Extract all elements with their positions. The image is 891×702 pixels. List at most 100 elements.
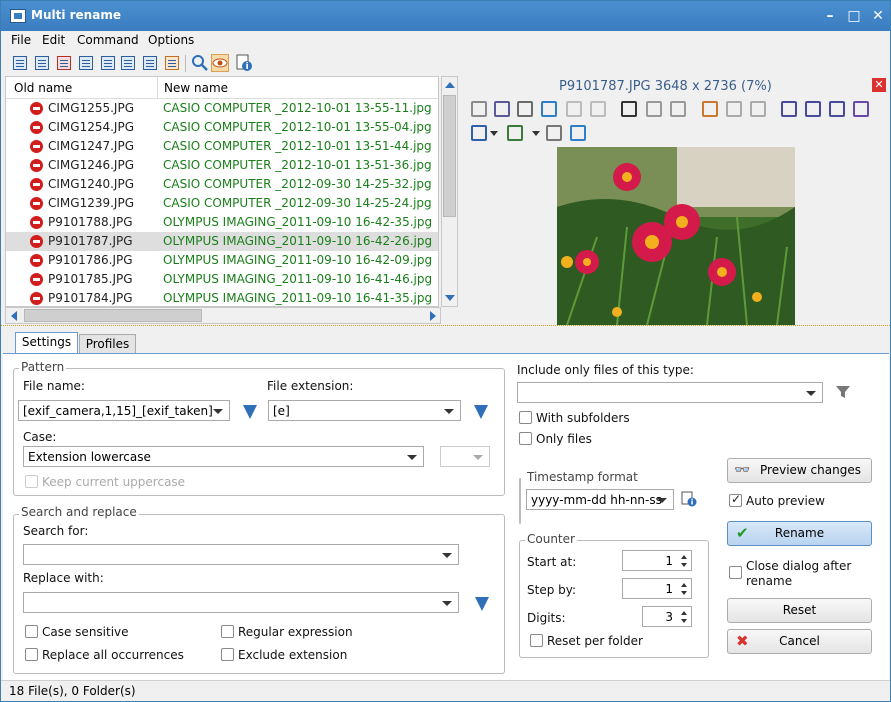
keep-uppercase-checkbox[interactable] — [25, 475, 38, 488]
mirror-icon[interactable] — [853, 101, 869, 117]
eye-icon[interactable] — [211, 54, 229, 72]
rotate-left-icon[interactable] — [646, 101, 662, 117]
table-row[interactable]: P9101784.JPG OLYMPUS IMAGING_2011-09-10 1… — [6, 289, 438, 306]
search-icon[interactable] — [191, 54, 209, 72]
move-icon[interactable] — [99, 54, 117, 72]
replace-with-combo[interactable] — [23, 592, 459, 613]
menu-options[interactable]: Options — [148, 33, 194, 47]
timestamp-info-icon[interactable] — [681, 491, 697, 507]
maximize-button[interactable]: □ — [843, 6, 865, 26]
flip-dropdown-icon[interactable] — [490, 131, 498, 136]
list-icon[interactable] — [11, 54, 29, 72]
case-combo[interactable]: Extension lowercase — [23, 446, 424, 467]
table-row[interactable]: P9101787.JPG OLYMPUS IMAGING_2011-09-10 1… — [6, 232, 438, 251]
file-extension-combo[interactable]: [e] — [268, 400, 461, 421]
table-row[interactable]: CIMG1246.JPG CASIO COMPUTER _2012-10-01 1… — [6, 156, 438, 175]
tab-settings[interactable]: Settings — [15, 332, 78, 354]
table-row[interactable]: P9101785.JPG OLYMPUS IMAGING_2011-09-10 1… — [6, 270, 438, 289]
spin-up-icon[interactable] — [681, 583, 687, 587]
start-at-spinner[interactable]: 1 — [622, 550, 692, 571]
auto-preview-checkbox[interactable] — [729, 492, 742, 507]
with-subfolders-checkbox[interactable] — [519, 411, 532, 424]
col-old-name[interactable]: Old name — [14, 81, 72, 95]
case-secondary-combo[interactable] — [440, 446, 490, 467]
only-files-checkbox[interactable] — [519, 432, 532, 445]
table-row[interactable]: CIMG1255.JPG CASIO COMPUTER _2012-10-01 1… — [6, 99, 438, 118]
file-list[interactable]: Old name New name CIMG1255.JPG CASIO COMP… — [5, 76, 439, 307]
filter-icon[interactable] — [835, 384, 851, 400]
flip-center-icon[interactable] — [805, 101, 821, 117]
minimize-button[interactable]: – — [819, 6, 841, 26]
table-row[interactable]: CIMG1247.JPG CASIO COMPUTER _2012-10-01 1… — [6, 137, 438, 156]
file-name-combo[interactable]: [exif_camera,1,15]_[exif_taken] — [18, 400, 230, 421]
splitter[interactable] — [1, 325, 890, 331]
x-icon: ✖ — [736, 632, 749, 650]
image-settings-icon[interactable] — [507, 125, 523, 141]
timestamp-format-combo[interactable]: yyyy-mm-dd hh-nn-ss — [526, 489, 674, 510]
copy-icon[interactable] — [77, 54, 95, 72]
undo-icon[interactable] — [566, 101, 582, 117]
save-as-icon[interactable] — [494, 101, 510, 117]
menu-edit[interactable]: Edit — [42, 33, 65, 47]
preview-close-button[interactable]: ✕ — [872, 78, 886, 92]
list-vertical-scrollbar[interactable] — [441, 76, 458, 307]
hscroll-thumb[interactable] — [24, 309, 202, 322]
digits-spinner[interactable]: 3 — [642, 606, 692, 627]
list-edit-icon[interactable] — [33, 54, 51, 72]
table-row[interactable]: CIMG1254.JPG CASIO COMPUTER _2012-10-01 1… — [6, 118, 438, 137]
scroll-thumb[interactable] — [443, 95, 456, 217]
print-icon[interactable] — [517, 101, 533, 117]
table-row[interactable]: CIMG1239.JPG CASIO COMPUTER _2012-09-30 1… — [6, 194, 438, 213]
refresh-icon[interactable] — [541, 101, 557, 117]
tab-profiles[interactable]: Profiles — [79, 334, 136, 354]
menu-file[interactable]: File — [11, 33, 31, 47]
table-row[interactable]: P9101786.JPG OLYMPUS IMAGING_2011-09-10 1… — [6, 251, 438, 270]
image-settings-dropdown-icon[interactable] — [532, 131, 540, 136]
edit-icon[interactable] — [119, 54, 137, 72]
eye-off-icon[interactable] — [750, 101, 766, 117]
table-row[interactable]: P9101788.JPG OLYMPUS IMAGING_2011-09-10 1… — [6, 213, 438, 232]
redo-icon[interactable] — [590, 101, 606, 117]
file-extension-label: File extension: — [267, 379, 354, 393]
eye-preview-icon[interactable] — [702, 101, 718, 117]
list-remove-icon[interactable] — [55, 54, 73, 72]
crop-icon[interactable] — [621, 101, 637, 117]
rename-button[interactable]: ✔ Rename — [727, 521, 872, 546]
reset-per-folder-checkbox[interactable] — [530, 634, 543, 647]
spin-down-icon[interactable] — [681, 563, 687, 567]
flip-right-icon[interactable] — [829, 101, 845, 117]
info-icon[interactable] — [235, 54, 253, 72]
file-extension-pattern-menu-icon[interactable] — [474, 405, 488, 419]
flip-left-icon[interactable] — [781, 101, 797, 117]
spin-up-icon[interactable] — [681, 611, 687, 615]
close-button[interactable]: ✕ — [867, 6, 889, 26]
case-sensitive-checkbox[interactable] — [25, 625, 38, 638]
spin-up-icon[interactable] — [681, 555, 687, 559]
save-icon[interactable] — [471, 101, 487, 117]
cancel-button[interactable]: ✖ Cancel — [727, 629, 872, 654]
search-for-combo[interactable] — [23, 544, 459, 565]
replace-all-checkbox[interactable] — [25, 648, 38, 661]
menu-command[interactable]: Command — [77, 33, 139, 47]
rotate-right-icon[interactable] — [670, 101, 686, 117]
preview-changes-button[interactable]: 👓 Preview changes — [727, 458, 872, 483]
regex-checkbox[interactable] — [221, 625, 234, 638]
image-effect-icon[interactable] — [546, 125, 562, 141]
spin-down-icon[interactable] — [681, 619, 687, 623]
table-row[interactable]: CIMG1240.JPG CASIO COMPUTER _2012-09-30 1… — [6, 175, 438, 194]
replace-pattern-menu-icon[interactable] — [475, 597, 489, 611]
eye-hide-icon[interactable] — [726, 101, 742, 117]
file-name-pattern-menu-icon[interactable] — [243, 405, 257, 419]
step-by-spinner[interactable]: 1 — [622, 578, 692, 599]
flip-vertical-icon[interactable] — [471, 125, 487, 141]
close-after-checkbox[interactable] — [729, 566, 742, 579]
list-horizontal-scrollbar[interactable] — [5, 307, 441, 324]
exclude-extension-checkbox[interactable] — [221, 648, 234, 661]
col-new-name[interactable]: New name — [164, 81, 228, 95]
batch-convert-icon[interactable] — [163, 54, 181, 72]
include-type-combo[interactable] — [517, 382, 823, 403]
spin-down-icon[interactable] — [681, 591, 687, 595]
batch-icon[interactable] — [141, 54, 159, 72]
reset-button[interactable]: Reset — [727, 598, 872, 623]
image-resize-icon[interactable] — [570, 125, 586, 141]
